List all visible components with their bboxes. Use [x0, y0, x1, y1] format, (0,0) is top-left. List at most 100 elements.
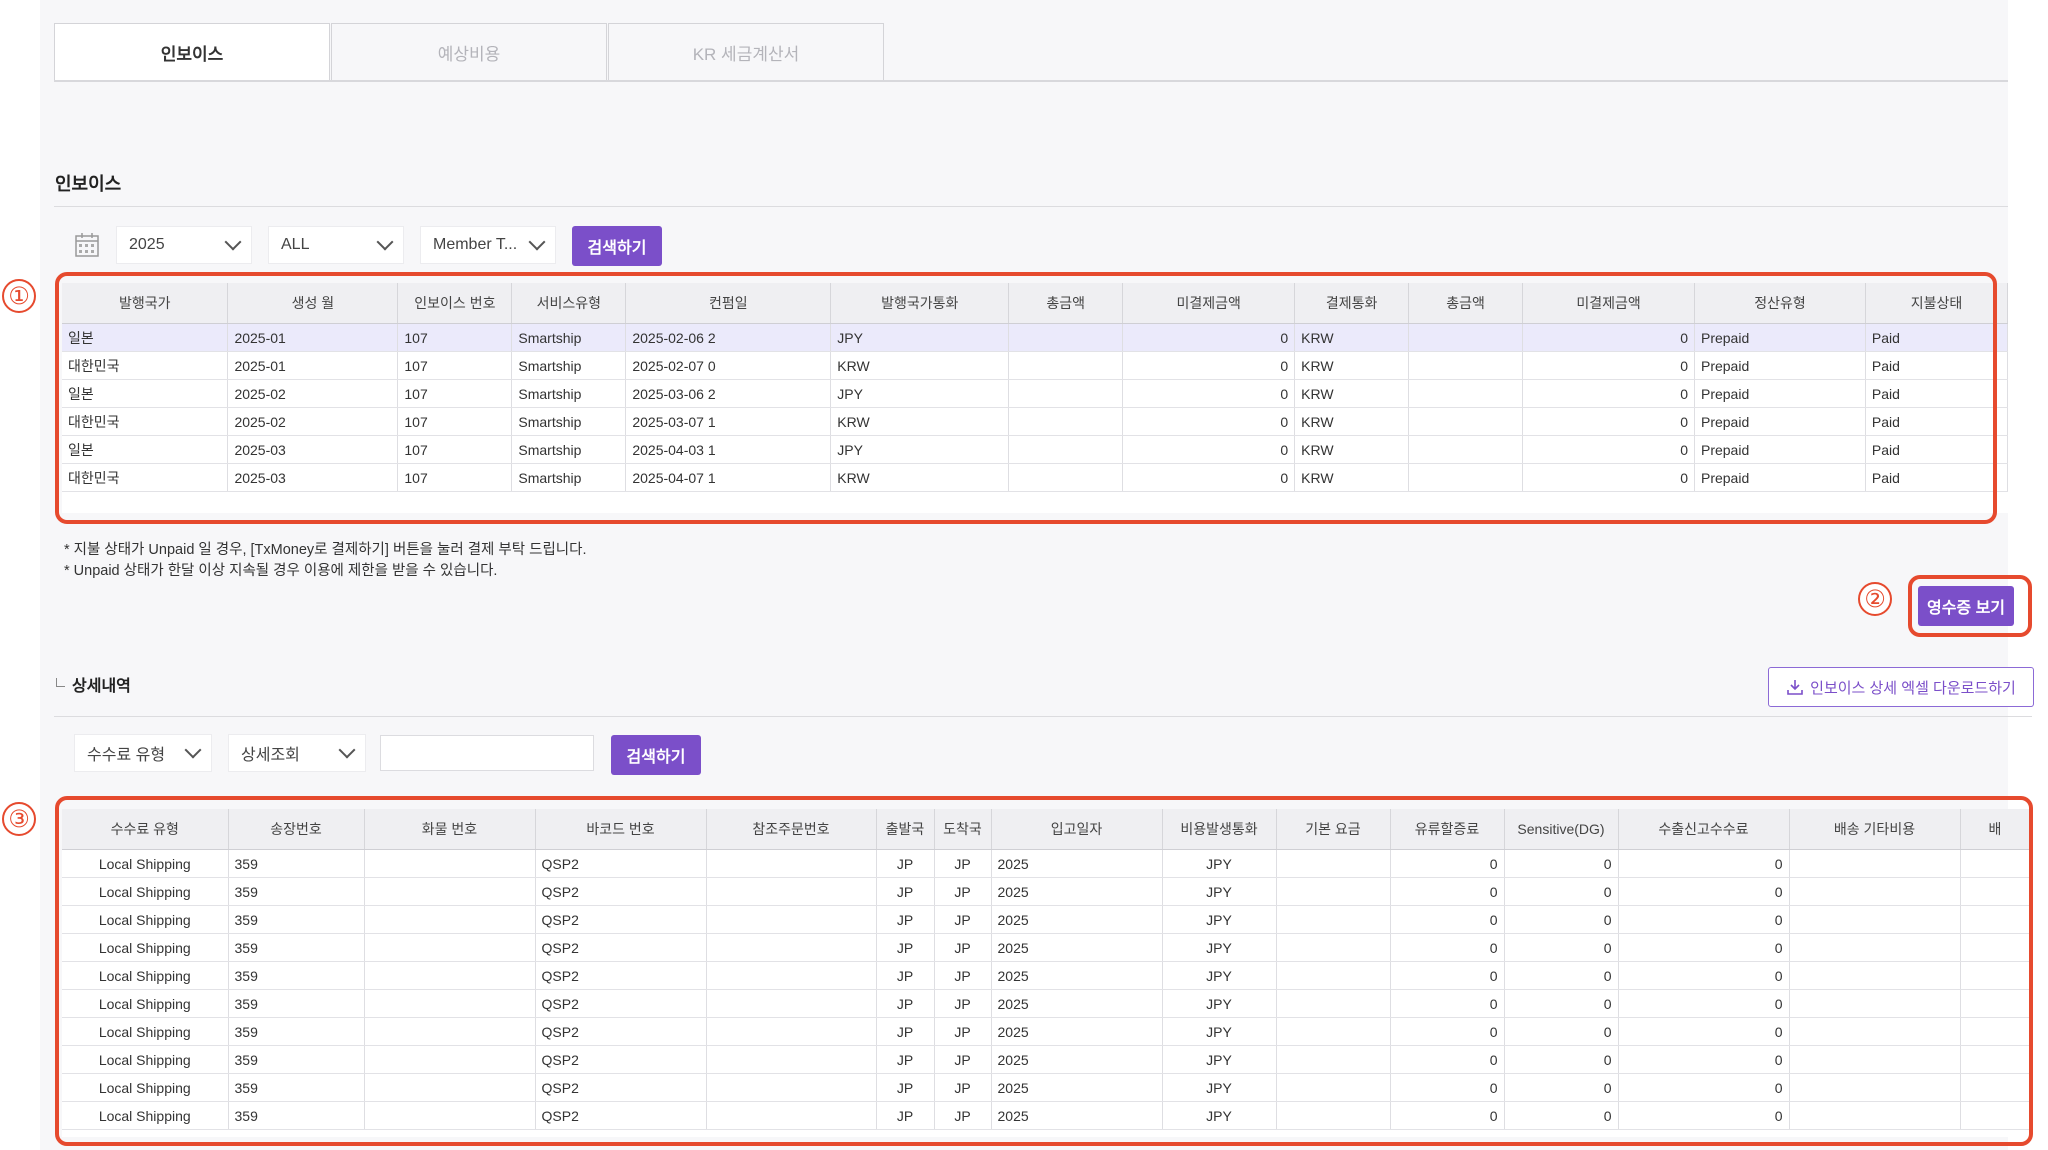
invoice-column-header[interactable]: 미결제금액 [1522, 283, 1695, 324]
table-cell: 일본 [62, 379, 229, 408]
table-cell: KRW [830, 463, 1010, 492]
table-cell: JPY [1162, 905, 1277, 934]
year-select-value: 2025 [129, 236, 165, 253]
table-cell: Paid [1865, 463, 2008, 492]
table-cell: 0 [1522, 407, 1695, 436]
detail-column-header[interactable]: 배 [1960, 809, 2031, 850]
view-receipt-button[interactable]: 영수증 보기 [1918, 586, 2014, 626]
invoice-column-header[interactable]: 발행국가통화 [830, 283, 1010, 324]
member-select[interactable]: Member T... [420, 226, 556, 264]
table-row[interactable]: Local Shipping 359 QSP2 JP JP 2025 JPY 0 0 0 [62, 989, 2031, 1018]
detail-search-button[interactable]: 검색하기 [611, 735, 701, 775]
table-cell [364, 905, 536, 934]
type-select[interactable]: ALL [268, 226, 404, 264]
detail-column-header[interactable]: 참조주문번호 [706, 809, 877, 850]
detail-column-header[interactable]: 기본 요금 [1276, 809, 1391, 850]
table-cell: JP [876, 849, 935, 878]
table-cell: Local Shipping [62, 905, 229, 934]
table-row[interactable]: Local Shipping 359 QSP2 JP JP 2025 JPY 0 0 0 [62, 961, 2031, 990]
tab-invoice[interactable]: 인보이스 [54, 23, 330, 80]
chevron-down-icon [184, 741, 202, 759]
table-cell: 0 [1390, 877, 1505, 906]
tab-kr-tax-invoice[interactable]: KR 세금계산서 [608, 23, 884, 80]
table-cell: 0 [1618, 1045, 1790, 1074]
table-cell [706, 849, 877, 878]
detail-search-input[interactable] [380, 735, 594, 771]
detail-column-header[interactable]: Sensitive(DG) [1504, 809, 1619, 850]
detail-column-header[interactable]: 입고일자 [991, 809, 1163, 850]
table-row[interactable]: 일본 2025-02 107 Smartship 2025-03-06 2 JPY 0 KRW… [62, 379, 2008, 408]
invoice-column-header[interactable]: 지불상태 [1865, 283, 2008, 324]
table-row[interactable]: 대한민국 2025-01 107 Smartship 2025-02-07 0 KRW 0 K… [62, 351, 2008, 380]
invoice-column-header[interactable]: 인보이스 번호 [397, 283, 513, 324]
table-cell: 0 [1390, 989, 1505, 1018]
table-cell: 359 [228, 1017, 365, 1046]
fee-type-select[interactable]: 수수료 유형 [74, 734, 212, 772]
calendar-icon[interactable] [74, 232, 100, 258]
invoice-column-header[interactable]: 컨펌일 [625, 283, 832, 324]
table-cell: QSP2 [535, 1101, 707, 1130]
table-row[interactable]: 대한민국 2025-02 107 Smartship 2025-03-07 1 KRW 0 K… [62, 407, 2008, 436]
detail-column-header[interactable]: 수출신고수수료 [1618, 809, 1790, 850]
table-row[interactable]: Local Shipping 359 QSP2 JP JP 2025 JPY 0 0 0 [62, 933, 2031, 962]
table-cell: QSP2 [535, 905, 707, 934]
table-cell [364, 1017, 536, 1046]
table-cell: JPY [1162, 1101, 1277, 1130]
detail-column-header[interactable]: 도착국 [934, 809, 992, 850]
table-cell: JPY [830, 379, 1010, 408]
invoice-column-header[interactable]: 서비스유형 [511, 283, 627, 324]
invoice-column-header[interactable]: 총금액 [1008, 283, 1124, 324]
table-cell: JP [876, 1017, 935, 1046]
table-row[interactable]: 일본 2025-03 107 Smartship 2025-04-03 1 JPY 0 KRW… [62, 435, 2008, 464]
table-cell [364, 1073, 536, 1102]
table-cell: Smartship [511, 463, 627, 492]
table-cell: JPY [1162, 877, 1277, 906]
detail-column-header[interactable]: 바코드 번호 [535, 809, 707, 850]
table-row[interactable]: Local Shipping 359 QSP2 JP JP 2025 JPY 0 0 0 [62, 1101, 2031, 1130]
table-cell: Local Shipping [62, 989, 229, 1018]
table-cell: JP [876, 989, 935, 1018]
detail-column-header[interactable]: 송장번호 [228, 809, 365, 850]
table-cell [1276, 961, 1391, 990]
detail-column-header[interactable]: 수수료 유형 [62, 809, 229, 850]
table-cell [1408, 463, 1524, 492]
table-row[interactable]: 일본 2025-01 107 Smartship 2025-02-06 2 JPY 0 KRW… [62, 323, 2008, 352]
table-row[interactable]: Local Shipping 359 QSP2 JP JP 2025 JPY 0 0 0 [62, 1017, 2031, 1046]
invoice-column-header[interactable]: 총금액 [1408, 283, 1524, 324]
table-cell [1276, 989, 1391, 1018]
table-cell: KRW [1294, 379, 1410, 408]
detail-column-header[interactable]: 출발국 [876, 809, 935, 850]
invoice-search-button[interactable]: 검색하기 [572, 226, 662, 266]
invoice-column-header[interactable]: 결제통화 [1294, 283, 1410, 324]
table-row[interactable]: Local Shipping 359 QSP2 JP JP 2025 JPY 0 0 0 [62, 849, 2031, 878]
invoice-column-header[interactable]: 정산유형 [1694, 283, 1866, 324]
table-cell [364, 877, 536, 906]
table-row[interactable]: Local Shipping 359 QSP2 JP JP 2025 JPY 0 0 0 [62, 1073, 2031, 1102]
table-cell [706, 1017, 877, 1046]
invoice-table: 발행국가 생성 월 인보이스 번호 서비스유형 컨펌일 발행국가통화 총금액 미결제금액 결제통… [62, 283, 2008, 492]
table-cell: Smartship [511, 323, 627, 352]
table-row[interactable]: 대한민국 2025-03 107 Smartship 2025-04-07 1 KRW 0 K… [62, 463, 2008, 492]
detail-column-header[interactable]: 화물 번호 [364, 809, 536, 850]
detail-column-header[interactable]: 유류할증료 [1390, 809, 1505, 850]
tab-estimated-cost[interactable]: 예상비용 [331, 23, 607, 80]
table-row[interactable]: Local Shipping 359 QSP2 JP JP 2025 JPY 0 0 0 [62, 877, 2031, 906]
invoice-column-header[interactable]: 발행국가 [62, 283, 229, 324]
invoice-column-header[interactable]: 생성 월 [227, 283, 399, 324]
payment-notes: * 지불 상태가 Unpaid 일 경우, [TxMoney로 결제하기] 버튼… [64, 540, 587, 582]
table-cell [1008, 435, 1124, 464]
invoice-column-header[interactable]: 미결제금액 [1122, 283, 1296, 324]
excel-download-button[interactable]: 인보이스 상세 엑셀 다운로드하기 [1768, 667, 2034, 707]
table-cell: Prepaid [1694, 435, 1866, 464]
excel-download-label: 인보이스 상세 엑셀 다운로드하기 [1810, 679, 2016, 697]
table-row[interactable]: Local Shipping 359 QSP2 JP JP 2025 JPY 0 0 0 [62, 905, 2031, 934]
table-cell: JPY [1162, 989, 1277, 1018]
table-cell: 0 [1504, 961, 1619, 990]
year-select[interactable]: 2025 [116, 226, 252, 264]
detail-column-header[interactable]: 배송 기타비용 [1789, 809, 1961, 850]
table-cell: 359 [228, 849, 365, 878]
detail-query-select[interactable]: 상세조회 [228, 734, 366, 772]
detail-column-header[interactable]: 비용발생통화 [1162, 809, 1277, 850]
table-cell: Paid [1865, 435, 2008, 464]
table-row[interactable]: Local Shipping 359 QSP2 JP JP 2025 JPY 0 0 0 [62, 1045, 2031, 1074]
